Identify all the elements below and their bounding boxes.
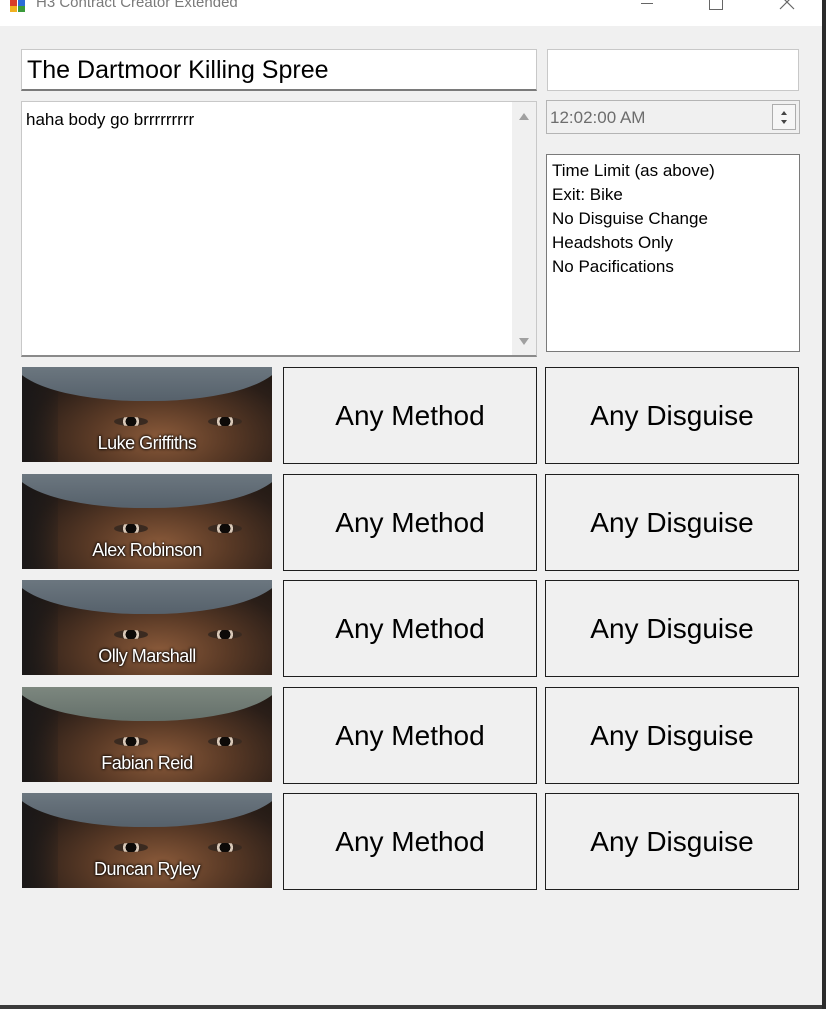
description-text: haha body go brrrrrrrrr [26,110,195,129]
window-border [822,0,826,1009]
rule-item[interactable]: Headshots Only [552,231,794,255]
method-button[interactable]: Any Method [283,793,537,890]
title-bar[interactable]: H3 Contract Creator Extended [0,0,822,26]
target-row: Fabian Reid Any Method Any Disguise [0,687,822,784]
disguise-button[interactable]: Any Disguise [545,793,799,890]
rule-item[interactable]: Exit: Bike [552,183,794,207]
target-row: Duncan Ryley Any Method Any Disguise [0,793,822,890]
spin-down-icon[interactable] [781,120,787,124]
target-portrait[interactable]: Fabian Reid [22,687,272,782]
target-name: Olly Marshall [98,646,196,666]
scroll-down-icon[interactable] [519,338,529,345]
cap-image [22,793,272,827]
maximize-icon[interactable] [692,0,742,18]
time-limit-picker[interactable]: 12:02:00 AM [546,100,800,134]
time-limit-value: 12:02:00 AM [550,108,646,127]
target-name: Luke Griffiths [97,433,197,453]
method-button[interactable]: Any Method [283,687,537,784]
target-portrait[interactable]: Olly Marshall [22,580,272,675]
app-window: H3 Contract Creator Extended The Dartmoo… [0,0,826,1009]
close-icon[interactable] [762,0,812,18]
window-border [0,1005,822,1009]
disguise-button[interactable]: Any Disguise [545,474,799,571]
target-row: Olly Marshall Any Method Any Disguise [0,580,822,677]
target-row: Alex Robinson Any Method Any Disguise [0,474,822,571]
method-button[interactable]: Any Method [283,580,537,677]
rule-item[interactable]: No Pacifications [552,255,794,279]
target-row: Luke Griffiths Any Method Any Disguise [0,367,822,464]
description-textarea[interactable]: haha body go brrrrrrrrr [21,101,537,357]
rule-item[interactable]: No Disguise Change [552,207,794,231]
cap-image [22,367,272,401]
target-portrait[interactable]: Duncan Ryley [22,793,272,888]
method-button[interactable]: Any Method [283,474,537,571]
disguise-button[interactable]: Any Disguise [545,687,799,784]
minimize-icon[interactable] [622,0,672,18]
time-spinner[interactable] [772,104,796,130]
target-name: Duncan Ryley [93,859,201,879]
cap-image [22,580,272,614]
rule-item[interactable]: Time Limit (as above) [552,159,794,183]
app-icon [10,0,26,12]
window-title: H3 Contract Creator Extended [36,0,238,11]
cap-image [22,687,272,721]
spin-up-icon[interactable] [781,111,787,115]
disguise-button[interactable]: Any Disguise [545,367,799,464]
target-name: Fabian Reid [101,753,193,773]
scroll-up-icon[interactable] [519,113,529,120]
rules-listbox[interactable]: Time Limit (as above) Exit: Bike No Disg… [546,154,800,352]
target-name: Alex Robinson [92,540,202,560]
method-button[interactable]: Any Method [283,367,537,464]
target-portrait[interactable]: Alex Robinson [22,474,272,569]
description-scrollbar[interactable] [512,102,536,355]
contract-id-input[interactable] [547,49,799,91]
target-portrait[interactable]: Luke Griffiths [22,367,272,462]
disguise-button[interactable]: Any Disguise [545,580,799,677]
cap-image [22,474,272,508]
contract-title-input[interactable]: The Dartmoor Killing Spree [21,49,537,91]
